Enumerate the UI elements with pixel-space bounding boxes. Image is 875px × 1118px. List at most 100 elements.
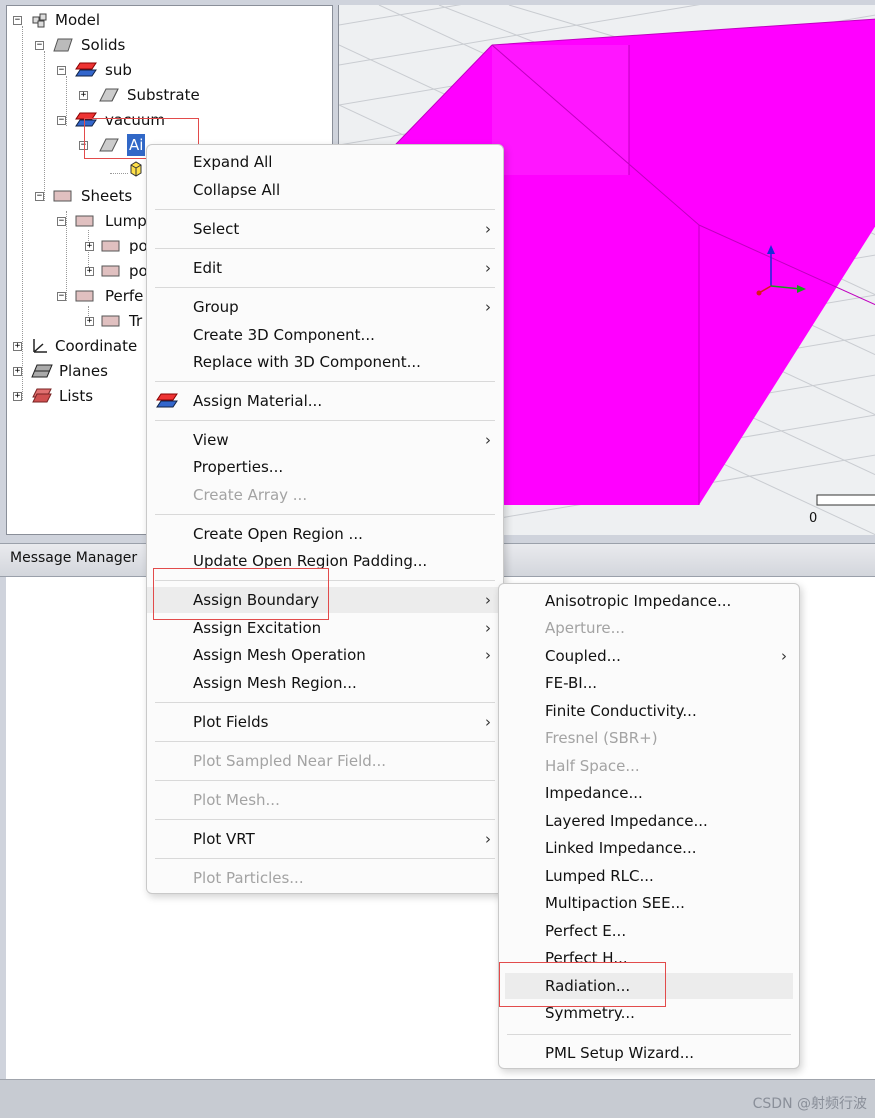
highlight-radiation [499, 962, 666, 1007]
chevron-right-icon: › [485, 713, 491, 731]
menu-item-create-3d-component[interactable]: Create 3D Component... [147, 322, 503, 348]
submenu-item-impedance[interactable]: Impedance... [499, 780, 799, 806]
menu-item-expand-all[interactable]: Expand All [147, 149, 503, 175]
submenu-item-finite-conductivity[interactable]: Finite Conductivity... [499, 698, 799, 724]
menu-item-plot-sampled-near-field: Plot Sampled Near Field... [193, 752, 387, 770]
expand-toggle[interactable]: + [13, 342, 22, 351]
menu-separator [155, 858, 495, 859]
material-icon [75, 62, 97, 77]
chevron-right-icon: › [485, 591, 491, 609]
object-icon [99, 88, 119, 102]
expand-toggle[interactable]: + [85, 242, 94, 251]
expand-toggle[interactable]: + [13, 367, 22, 376]
lists-icon [32, 388, 52, 403]
collapse-toggle[interactable]: − [35, 41, 44, 50]
chevron-right-icon: › [485, 259, 491, 277]
watermark-text: CSDN @射频行波 [752, 1096, 867, 1112]
collapse-toggle[interactable]: − [57, 66, 66, 75]
tree-label: sub [105, 61, 132, 79]
menu-item-properties[interactable]: Properties... [147, 454, 503, 480]
message-manager-title: Message Manager [10, 550, 138, 566]
menu-item-select[interactable]: Select › [147, 216, 503, 242]
submenu-item-coupled[interactable]: Coupled... › [499, 643, 799, 669]
collapse-toggle[interactable]: − [35, 192, 44, 201]
submenu-item-linked-impedance[interactable]: Linked Impedance... [499, 835, 799, 861]
chevron-right-icon: › [781, 647, 787, 665]
expand-toggle[interactable]: + [85, 317, 94, 326]
collapse-toggle[interactable]: − [57, 116, 66, 125]
tree-label: po [129, 262, 148, 280]
menu-separator [507, 1034, 791, 1035]
collapse-toggle[interactable]: − [57, 217, 66, 226]
menu-item-plot-fields[interactable]: Plot Fields › [147, 709, 503, 735]
collapse-toggle[interactable]: − [13, 16, 22, 25]
status-bar [0, 1079, 875, 1118]
submenu-item-perfect-e[interactable]: Perfect E... [499, 918, 799, 944]
tree-label: Planes [59, 362, 108, 380]
box-operation-icon[interactable] [129, 161, 143, 177]
tree-label: Perfe [105, 287, 144, 305]
tree-label: Model [55, 11, 101, 29]
chevron-right-icon: › [485, 220, 491, 238]
menu-item-assign-material[interactable]: Assign Material... [147, 388, 503, 414]
model-icon [32, 13, 47, 28]
menu-item-replace-with-3d-component[interactable]: Replace with 3D Component... [147, 349, 503, 375]
menu-separator [155, 741, 495, 742]
solid-box-icon [53, 38, 73, 52]
tree-label: Solids [81, 36, 126, 54]
menu-separator [155, 420, 495, 421]
tree-label: Substrate [127, 86, 200, 104]
tree-label: Tr [129, 312, 143, 330]
menu-item-assign-mesh-operation[interactable]: Assign Mesh Operation › [147, 642, 503, 668]
expand-toggle[interactable]: + [79, 91, 88, 100]
menu-item-plot-vrt[interactable]: Plot VRT › [147, 826, 503, 852]
menu-item-plot-mesh: Plot Mesh... [193, 791, 280, 809]
menu-separator [155, 381, 495, 382]
submenu-item-multipaction-see[interactable]: Multipaction SEE... [499, 890, 799, 916]
menu-separator [155, 248, 495, 249]
submenu-item-anisotropic-impedance[interactable]: Anisotropic Impedance... [499, 588, 799, 614]
highlight-assign-boundary [153, 568, 329, 620]
expand-toggle[interactable]: + [13, 392, 22, 401]
submenu-item-half-space: Half Space... [545, 757, 640, 775]
sheet-icon [101, 265, 120, 277]
sheet-icon [75, 215, 94, 227]
menu-item-edit[interactable]: Edit › [147, 255, 503, 281]
planes-icon [31, 364, 53, 378]
sheet-icon [101, 315, 120, 327]
chevron-right-icon: › [485, 619, 491, 637]
menu-separator [155, 702, 495, 703]
chevron-right-icon: › [485, 298, 491, 316]
menu-separator [155, 287, 495, 288]
context-menu[interactable]: Expand All Collapse All Select › Edit › Gr… [146, 144, 504, 894]
menu-item-collapse-all[interactable]: Collapse All [147, 177, 503, 203]
menu-item-plot-particles: Plot Particles... [193, 869, 304, 887]
submenu-item-aperture: Aperture... [545, 619, 625, 637]
menu-separator [155, 514, 495, 515]
chevron-right-icon: › [485, 830, 491, 848]
expand-toggle[interactable]: + [85, 267, 94, 276]
submenu-item-fresnel-sbr: Fresnel (SBR+) [545, 729, 658, 747]
tree-label: po [129, 237, 148, 255]
scale-label: 0 [809, 511, 818, 526]
submenu-item-layered-impedance[interactable]: Layered Impedance... [499, 808, 799, 834]
chevron-right-icon: › [485, 431, 491, 449]
sheet-icon [53, 190, 72, 202]
menu-item-assign-mesh-region[interactable]: Assign Mesh Region... [147, 670, 503, 696]
menu-item-group[interactable]: Group › [147, 294, 503, 320]
tree-label: Lists [59, 387, 94, 405]
menu-separator [155, 819, 495, 820]
coordinate-system-icon [33, 339, 47, 353]
tree-label: Lump [105, 212, 147, 230]
tree-label: Sheets [81, 187, 133, 205]
submenu-item-fe-bi[interactable]: FE-BI... [499, 670, 799, 696]
scale-ruler [816, 494, 875, 506]
menu-item-view[interactable]: View › [147, 427, 503, 453]
tree-label: Coordinate [55, 337, 138, 355]
collapse-toggle[interactable]: − [57, 292, 66, 301]
material-icon [156, 393, 178, 408]
submenu-item-lumped-rlc[interactable]: Lumped RLC... [499, 863, 799, 889]
submenu-item-pml-setup-wizard[interactable]: PML Setup Wizard... [499, 1040, 799, 1066]
menu-item-create-array: Create Array ... [193, 486, 308, 504]
menu-item-create-open-region[interactable]: Create Open Region ... [147, 521, 503, 547]
